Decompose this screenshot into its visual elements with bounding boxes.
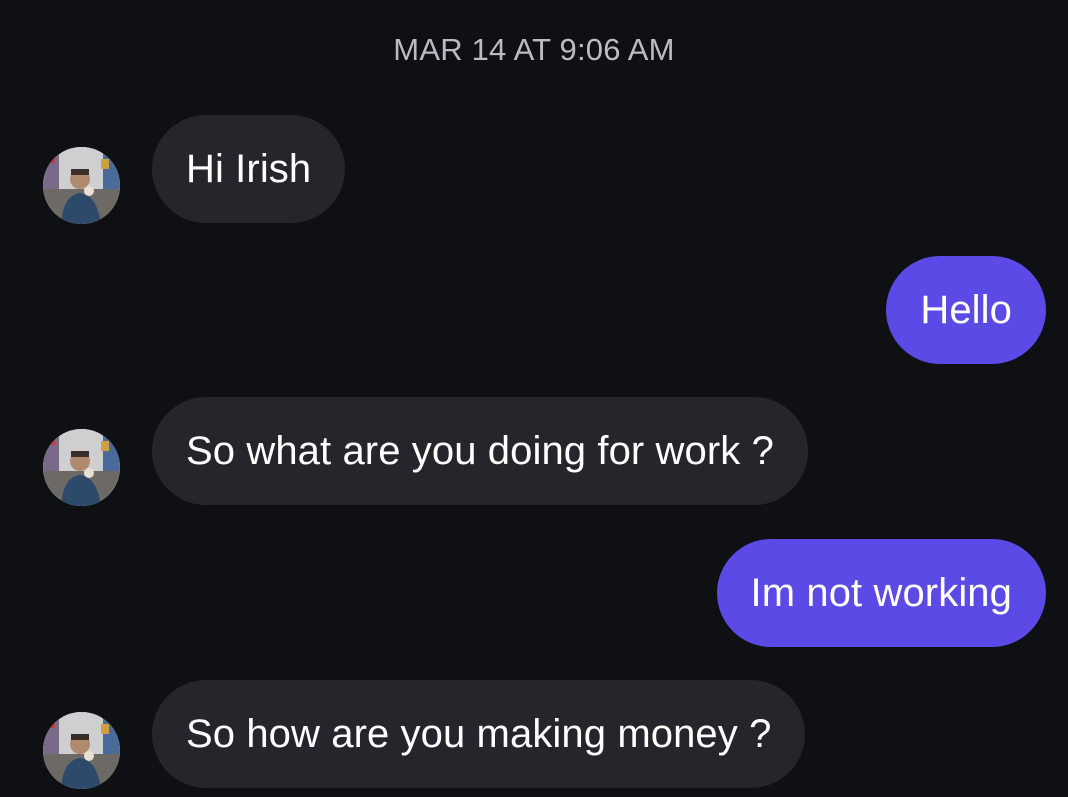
sender-avatar[interactable]: [43, 429, 120, 506]
message-bubble-outgoing[interactable]: Hello: [886, 256, 1046, 364]
message-text: Hello: [920, 287, 1012, 332]
message-timestamp: MAR 14 AT 9:06 AM: [393, 32, 675, 67]
message-bubble-incoming[interactable]: Hi Irish: [152, 115, 346, 223]
message-text: So how are you making money ?: [186, 711, 772, 756]
sender-avatar[interactable]: [43, 147, 120, 224]
message-bubble-incoming[interactable]: So what are you doing for work ?: [152, 397, 808, 505]
message-text: So what are you doing for work ?: [186, 428, 774, 473]
message-bubble-incoming[interactable]: So how are you making money ?: [152, 680, 806, 788]
sender-avatar[interactable]: [43, 712, 120, 789]
message-text: Hi Irish: [186, 146, 312, 191]
message-text: Im not working: [750, 570, 1012, 615]
message-bubble-outgoing[interactable]: Im not working: [716, 539, 1046, 647]
